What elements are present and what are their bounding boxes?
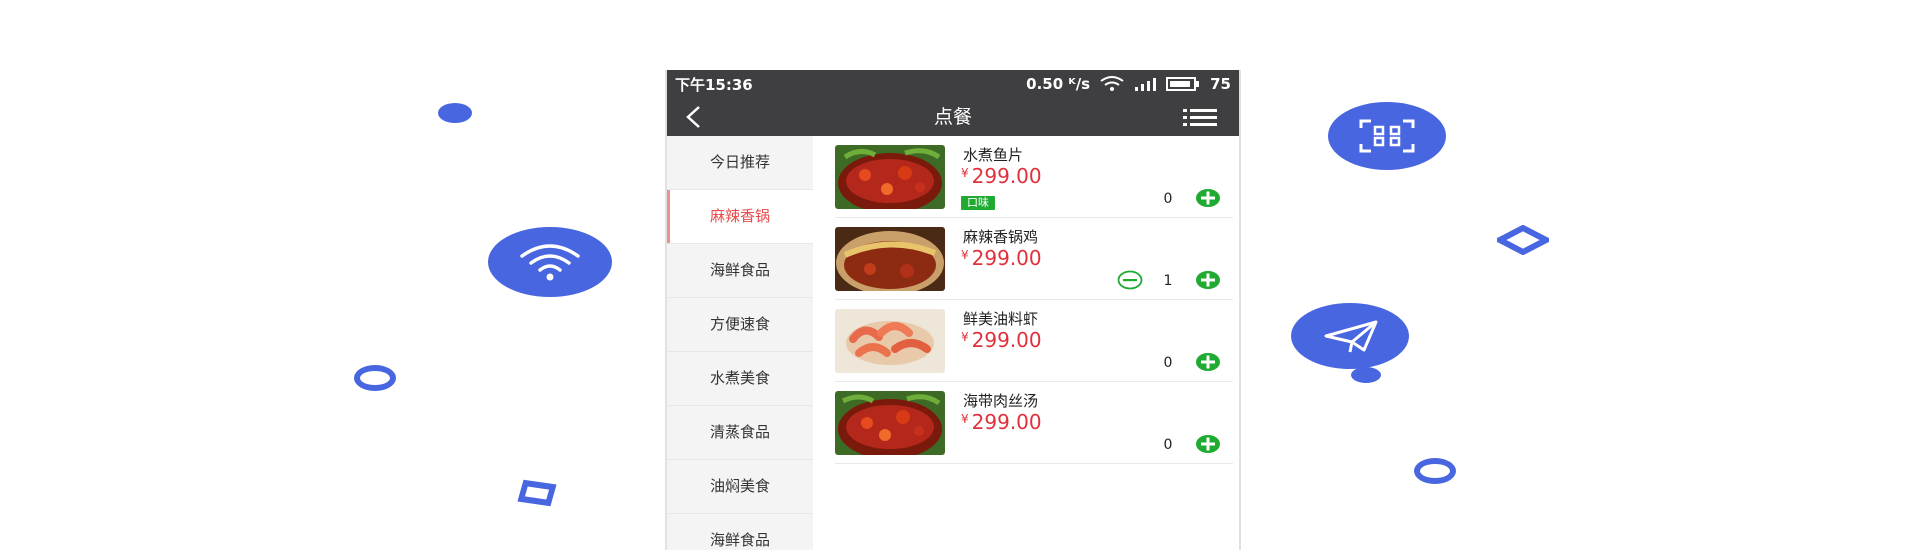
phone-screen: 下午15:36 0.50 ᴷ/s 75 点餐 今日推荐 麻辣香锅 海鲜食品 方便… (665, 70, 1241, 550)
category-item[interactable]: 水煮美食 (667, 352, 813, 406)
add-plus-icon[interactable] (1195, 434, 1221, 454)
cell-signal-icon (1135, 78, 1157, 91)
dish-name: 海带肉丝汤 (963, 392, 1039, 410)
dish-name: 鲜美油料虾 (963, 310, 1039, 328)
category-item[interactable]: 油焖美食 (667, 460, 813, 514)
dish-item[interactable]: 水煮鱼片 ¥299.00 口味 0 (835, 136, 1233, 218)
quantity-value: 0 (1163, 191, 1173, 207)
price-value: 299.00 (971, 410, 1042, 434)
price-value: 299.00 (971, 246, 1042, 270)
currency-symbol: ¥ (961, 166, 969, 180)
quantity-value: 0 (1163, 355, 1173, 371)
dish-price: ¥299.00 (961, 246, 1042, 270)
remove-minus-icon[interactable] (1117, 270, 1143, 290)
status-bar: 下午15:36 0.50 ᴷ/s 75 (667, 70, 1239, 98)
wifi-signal-icon (1100, 76, 1124, 91)
dish-photo (835, 309, 945, 373)
status-indicators: 0.50 ᴷ/s 75 (1026, 75, 1231, 93)
decor-ring (1414, 458, 1456, 484)
dish-name: 麻辣香锅鸡 (963, 228, 1039, 246)
dish-photo (835, 391, 945, 455)
category-item[interactable]: 海鲜食品 (667, 514, 813, 550)
dish-name: 水煮鱼片 (963, 146, 1024, 164)
category-item[interactable]: 清蒸食品 (667, 406, 813, 460)
battery-level: 75 (1210, 75, 1231, 93)
decor-diamond (1493, 224, 1553, 256)
flavor-tag: 口味 (961, 196, 995, 210)
price-value: 299.00 (971, 328, 1042, 352)
category-item-active[interactable]: 麻辣香锅 (667, 190, 813, 244)
decor-dot (438, 103, 472, 123)
paper-plane-icon (1324, 320, 1378, 353)
dish-photo (835, 227, 945, 291)
status-time: 下午15:36 (675, 75, 753, 94)
paper-plane-icon-badge (1291, 303, 1409, 369)
dish-photo (835, 145, 945, 209)
decor-ring (354, 365, 396, 391)
currency-symbol: ¥ (961, 248, 969, 262)
qr-scan-icon (1359, 119, 1415, 153)
wifi-icon (520, 244, 580, 281)
quantity-value: 0 (1163, 437, 1173, 453)
page-title: 点餐 (933, 106, 972, 128)
price-value: 299.00 (971, 164, 1042, 188)
wifi-icon-badge (488, 227, 612, 297)
dish-price: ¥299.00 (961, 164, 1042, 188)
dish-item[interactable]: 海带肉丝汤 ¥299.00 0 (835, 382, 1233, 464)
decor-square (517, 479, 557, 507)
battery-icon (1166, 77, 1200, 91)
network-speed: 0.50 ᴷ/s (1026, 75, 1091, 93)
currency-symbol: ¥ (961, 330, 969, 344)
add-plus-icon[interactable] (1195, 188, 1221, 208)
nav-bar: 点餐 (667, 98, 1239, 136)
decor-dot (1351, 367, 1381, 383)
category-item[interactable]: 今日推荐 (667, 136, 813, 190)
category-item[interactable]: 海鲜食品 (667, 244, 813, 298)
add-plus-icon[interactable] (1195, 352, 1221, 372)
currency-symbol: ¥ (961, 412, 969, 426)
quantity-value: 1 (1163, 273, 1173, 289)
dish-list: 水煮鱼片 ¥299.00 口味 0 麻辣香锅鸡 ¥299.00 1 鲜美油料虾 … (813, 136, 1239, 550)
category-item[interactable]: 方便速食 (667, 298, 813, 352)
dish-price: ¥299.00 (961, 328, 1042, 352)
category-sidebar: 今日推荐 麻辣香锅 海鲜食品 方便速食 水煮美食 清蒸食品 油焖美食 海鲜食品 (667, 136, 813, 550)
list-menu-icon[interactable] (1183, 106, 1217, 128)
add-plus-icon[interactable] (1195, 270, 1221, 290)
dish-item[interactable]: 麻辣香锅鸡 ¥299.00 1 (835, 218, 1233, 300)
dish-price: ¥299.00 (961, 410, 1042, 434)
dish-item[interactable]: 鲜美油料虾 ¥299.00 0 (835, 300, 1233, 382)
qr-scan-icon-badge (1328, 102, 1446, 170)
